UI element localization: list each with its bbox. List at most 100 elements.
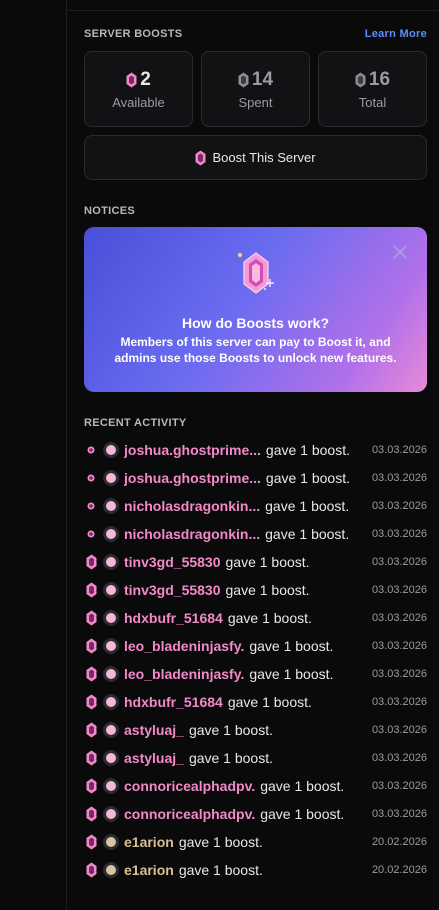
boost-gem-icon	[86, 862, 96, 878]
server-boosts-header: SERVER BOOSTS Learn More	[84, 28, 427, 40]
activity-username[interactable]: connoricealphadpv.	[124, 778, 255, 794]
activity-username[interactable]: tinv3gd_55830	[124, 554, 221, 570]
activity-action: gave 1 boost.	[260, 806, 345, 822]
boost-gem-icon	[86, 694, 96, 710]
activity-row: e1arion gave 1 boost. 20.02.2026	[84, 828, 427, 856]
activity-date: 03.03.2026	[371, 780, 427, 792]
activity-action: gave 1 boost.	[265, 442, 350, 458]
activity-username[interactable]: joshua.ghostprime...	[124, 442, 261, 458]
activity-username[interactable]: nicholasdragonkin...	[124, 526, 260, 542]
activity-row: connoricealphadpv. gave 1 boost. 03.03.2…	[84, 800, 427, 828]
activity-date: 03.03.2026	[371, 668, 427, 680]
activity-action: gave 1 boost.	[178, 834, 263, 850]
boost-gem-icon	[86, 638, 96, 654]
avatar[interactable]	[103, 722, 119, 738]
boost-gem-icon	[86, 806, 96, 822]
notices-title: NOTICES	[84, 205, 135, 217]
activity-username[interactable]: tinv3gd_55830	[124, 582, 221, 598]
avatar[interactable]	[103, 554, 119, 570]
avatar[interactable]	[103, 498, 119, 514]
boost-gem-icon	[86, 750, 96, 766]
activity-username[interactable]: leo_bladeninjasfy.	[124, 638, 244, 654]
boost-this-server-button[interactable]: Boost This Server	[84, 135, 427, 180]
activity-username[interactable]: hdxbufr_51684	[124, 694, 223, 710]
boost-gem-icon	[87, 474, 95, 482]
activity-row: tinv3gd_55830 gave 1 boost. 03.03.2026	[84, 548, 427, 576]
activity-row: connoricealphadpv. gave 1 boost. 03.03.2…	[84, 772, 427, 800]
boost-gem-icon	[126, 72, 137, 87]
activity-date: 03.03.2026	[371, 808, 427, 820]
activity-username[interactable]: astyluaj_	[124, 722, 184, 738]
avatar[interactable]	[103, 582, 119, 598]
activity-row: e1arion gave 1 boost. 20.02.2026	[84, 856, 427, 884]
boost-gem-icon	[87, 446, 95, 454]
stat-spent: 14 Spent	[201, 51, 310, 127]
activity-date: 03.03.2026	[371, 724, 427, 736]
activity-username[interactable]: astyluaj_	[124, 750, 184, 766]
activity-username[interactable]: connoricealphadpv.	[124, 806, 255, 822]
stat-available-label: Available	[112, 94, 165, 110]
activity-username[interactable]: nicholasdragonkin...	[124, 498, 260, 514]
activity-date: 03.03.2026	[371, 472, 427, 484]
server-boosts-title: SERVER BOOSTS	[84, 28, 183, 40]
recent-activity-header: RECENT ACTIVITY	[84, 417, 427, 429]
boost-gem-icon	[87, 530, 95, 538]
notices-header: NOTICES	[84, 205, 427, 217]
activity-date: 03.03.2026	[371, 500, 427, 512]
avatar[interactable]	[103, 834, 119, 850]
avatar[interactable]	[103, 694, 119, 710]
avatar[interactable]	[103, 666, 119, 682]
activity-row: nicholasdragonkin... gave 1 boost. 03.03…	[84, 492, 427, 520]
stat-spent-label: Spent	[238, 94, 273, 110]
stat-available-value: 2	[140, 68, 151, 90]
avatar[interactable]	[103, 470, 119, 486]
activity-date: 03.03.2026	[371, 612, 427, 624]
activity-row: joshua.ghostprime... gave 1 boost. 03.03…	[84, 436, 427, 464]
boost-button-label: Boost This Server	[212, 150, 316, 165]
boost-stats: 2 Available 14 Spent 16 Total	[84, 51, 427, 127]
boost-crystal-icon	[237, 252, 274, 294]
avatar[interactable]	[103, 806, 119, 822]
avatar[interactable]	[103, 638, 119, 654]
stat-total: 16 Total	[318, 51, 427, 127]
avatar[interactable]	[103, 610, 119, 626]
boost-gem-icon	[86, 554, 96, 570]
activity-row: hdxbufr_51684 gave 1 boost. 03.03.2026	[84, 688, 427, 716]
boost-gem-icon	[86, 666, 96, 682]
boost-gem-icon	[86, 834, 96, 850]
activity-date: 20.02.2026	[371, 864, 427, 876]
activity-row: tinv3gd_55830 gave 1 boost. 03.03.2026	[84, 576, 427, 604]
activity-date: 03.03.2026	[371, 444, 427, 456]
boost-notice-card: How do Boosts work? Members of this serv…	[84, 227, 427, 392]
activity-action: gave 1 boost.	[265, 498, 350, 514]
activity-date: 03.03.2026	[371, 556, 427, 568]
activity-action: gave 1 boost.	[249, 666, 334, 682]
stat-total-label: Total	[358, 94, 387, 110]
boost-gem-icon	[86, 582, 96, 598]
left-rail	[0, 0, 67, 910]
activity-username[interactable]: hdxbufr_51684	[124, 610, 223, 626]
activity-action: gave 1 boost.	[178, 862, 263, 878]
top-divider	[67, 10, 439, 11]
activity-row: joshua.ghostprime... gave 1 boost. 03.03…	[84, 464, 427, 492]
avatar[interactable]	[103, 442, 119, 458]
avatar[interactable]	[103, 750, 119, 766]
activity-action: gave 1 boost.	[227, 610, 312, 626]
activity-username[interactable]: e1arion	[124, 862, 174, 878]
learn-more-link[interactable]: Learn More	[365, 28, 427, 40]
activity-date: 03.03.2026	[371, 752, 427, 764]
avatar[interactable]	[103, 778, 119, 794]
boost-gem-icon	[86, 610, 96, 626]
activity-action: gave 1 boost.	[265, 470, 350, 486]
activity-action: gave 1 boost.	[260, 778, 345, 794]
activity-username[interactable]: leo_bladeninjasfy.	[124, 666, 244, 682]
avatar[interactable]	[103, 526, 119, 542]
activity-action: gave 1 boost.	[225, 554, 310, 570]
activity-row: nicholasdragonkin... gave 1 boost. 03.03…	[84, 520, 427, 548]
activity-row: astyluaj_ gave 1 boost. 03.03.2026	[84, 716, 427, 744]
activity-username[interactable]: e1arion	[124, 834, 174, 850]
avatar[interactable]	[103, 862, 119, 878]
close-icon[interactable]	[393, 245, 407, 259]
activity-username[interactable]: joshua.ghostprime...	[124, 470, 261, 486]
activity-action: gave 1 boost.	[265, 526, 350, 542]
